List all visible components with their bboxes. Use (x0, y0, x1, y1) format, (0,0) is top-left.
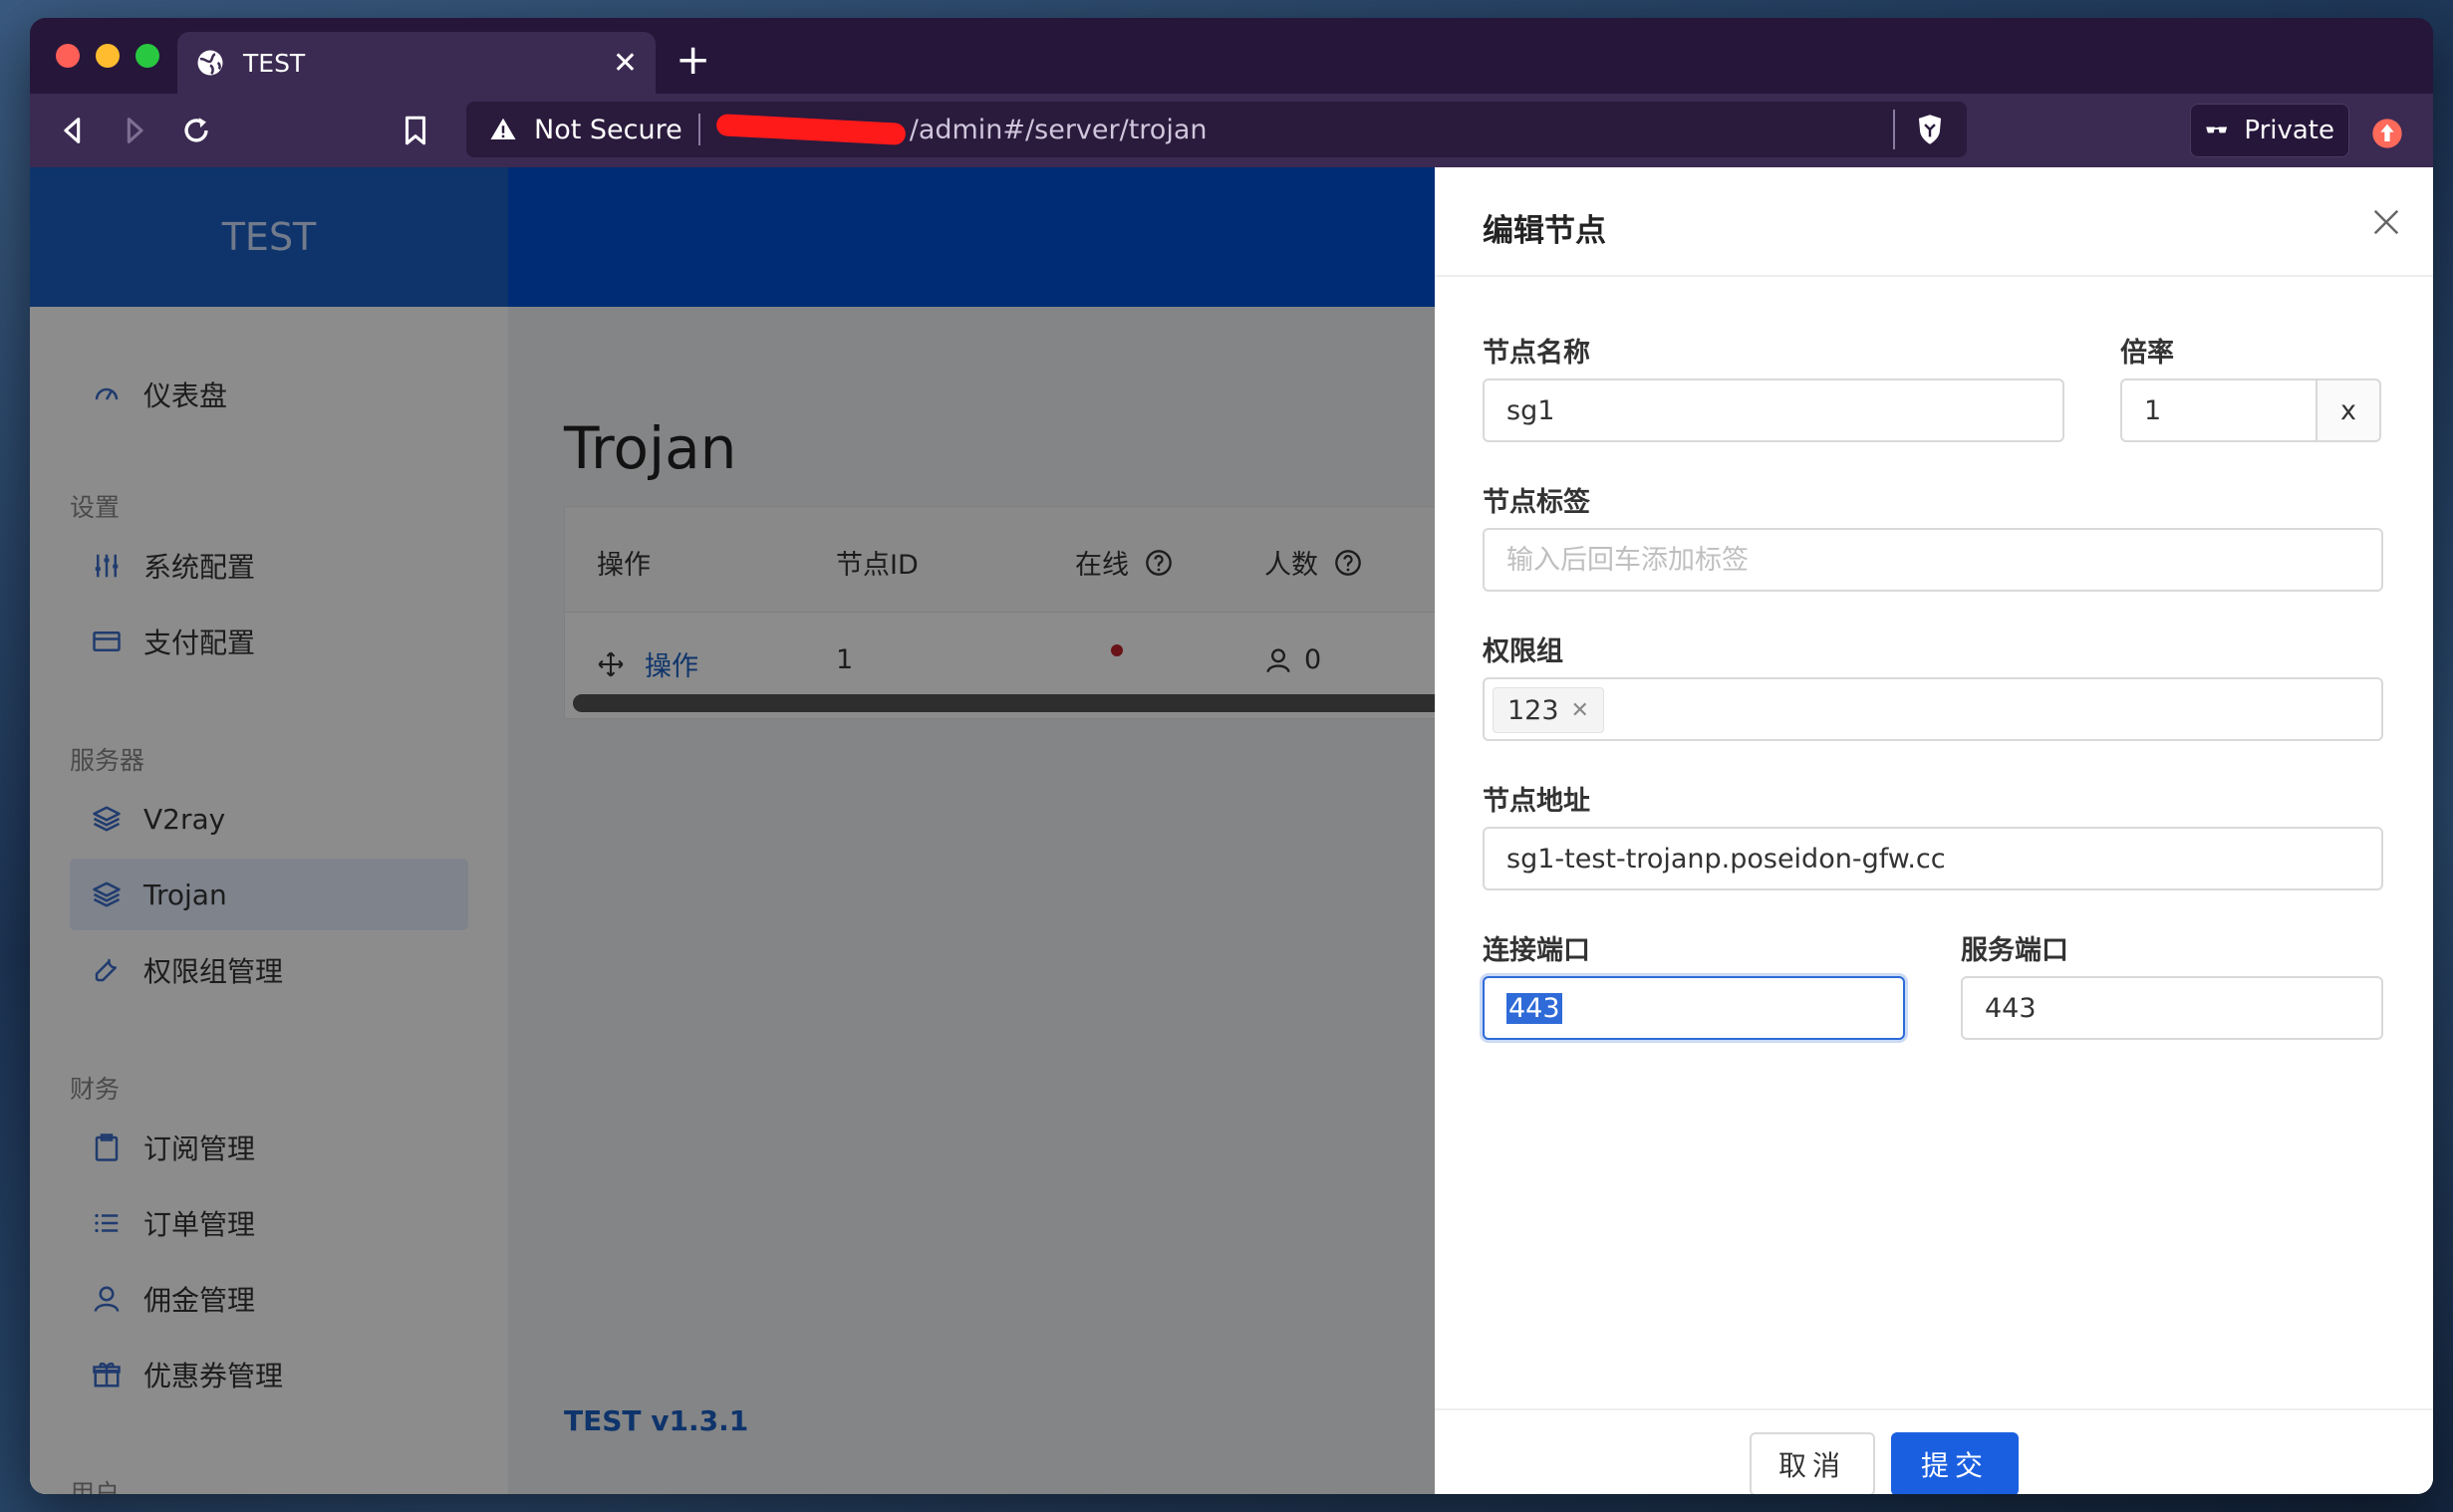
permission-group-select[interactable]: 123 ✕ (1483, 677, 2383, 741)
brave-shield-icon[interactable] (1915, 114, 1945, 145)
private-glasses-icon (2206, 126, 2228, 133)
url-text: /admin#/server/trojan (909, 114, 1208, 145)
rewards-icon[interactable] (2371, 118, 2403, 149)
node-tags-label: 节点标签 (1483, 487, 1590, 518)
minimize-window-button[interactable] (96, 44, 120, 68)
reload-icon[interactable] (179, 114, 213, 147)
node-tags-input[interactable] (1483, 528, 2383, 592)
browser-window: TEST ✕ + Not Secure /admin#/server/troja… (30, 18, 2433, 1494)
cancel-button[interactable]: 取消 (1750, 1432, 1875, 1494)
private-badge[interactable]: Private (2190, 104, 2349, 157)
address-bar[interactable]: Not Secure /admin#/server/trojan (466, 102, 1967, 157)
new-tab-button[interactable]: + (676, 39, 710, 81)
node-name-label: 节点名称 (1483, 338, 1590, 369)
connect-port-value: 443 (1506, 992, 1562, 1024)
group-tag: 123 ✕ (1493, 687, 1604, 733)
close-icon[interactable] (2371, 207, 2401, 237)
group-tag-label: 123 (1507, 694, 1559, 726)
drawer-title: 编辑节点 (1483, 213, 1606, 249)
rate-label: 倍率 (2120, 338, 2174, 369)
tab-title: TEST (243, 48, 306, 78)
permission-group-label: 权限组 (1483, 636, 1563, 667)
tab-close-icon[interactable]: ✕ (613, 46, 638, 81)
url-separator (697, 114, 700, 145)
submit-button[interactable]: 提交 (1891, 1432, 2019, 1494)
private-label: Private (2244, 116, 2334, 145)
connect-port-label: 连接端口 (1483, 935, 1590, 966)
redaction-mark (715, 114, 907, 145)
url-end-separator (1893, 110, 1895, 149)
drawer-mask[interactable] (30, 167, 1435, 1494)
connect-port-input[interactable]: 443 (1483, 976, 1905, 1040)
server-port-label: 服务端口 (1961, 935, 2068, 966)
node-name-input[interactable] (1483, 378, 2064, 442)
node-address-label: 节点地址 (1483, 786, 1590, 817)
node-address-input[interactable] (1483, 827, 2383, 890)
maximize-window-button[interactable] (136, 44, 159, 68)
rate-input[interactable] (2120, 378, 2317, 442)
tag-remove-icon[interactable]: ✕ (1571, 698, 1589, 723)
rate-suffix: x (2317, 378, 2381, 442)
server-port-input[interactable] (1961, 976, 2383, 1040)
browser-tab[interactable]: TEST ✕ (177, 32, 656, 94)
drawer-header: 编辑节点 (1435, 167, 2433, 277)
tab-bar: TEST ✕ + (30, 18, 2433, 94)
edit-node-drawer: 编辑节点 节点名称 倍率 x 节点标签 权限组 123 ✕ 节点地址 连接端口 … (1435, 167, 2433, 1494)
bookmark-icon[interactable] (399, 114, 432, 147)
page-content: TEST 仪表盘 设置 系统配置 支付配置 服务器 V2ray Trojan 权… (30, 167, 2433, 1494)
forward-icon[interactable] (118, 114, 151, 147)
not-secure-label: Not Secure (534, 114, 682, 145)
warning-icon (490, 118, 516, 139)
back-icon[interactable] (56, 114, 90, 147)
globe-icon (197, 50, 223, 76)
browser-toolbar: Not Secure /admin#/server/trojan Private (30, 94, 2433, 167)
close-window-button[interactable] (56, 44, 80, 68)
